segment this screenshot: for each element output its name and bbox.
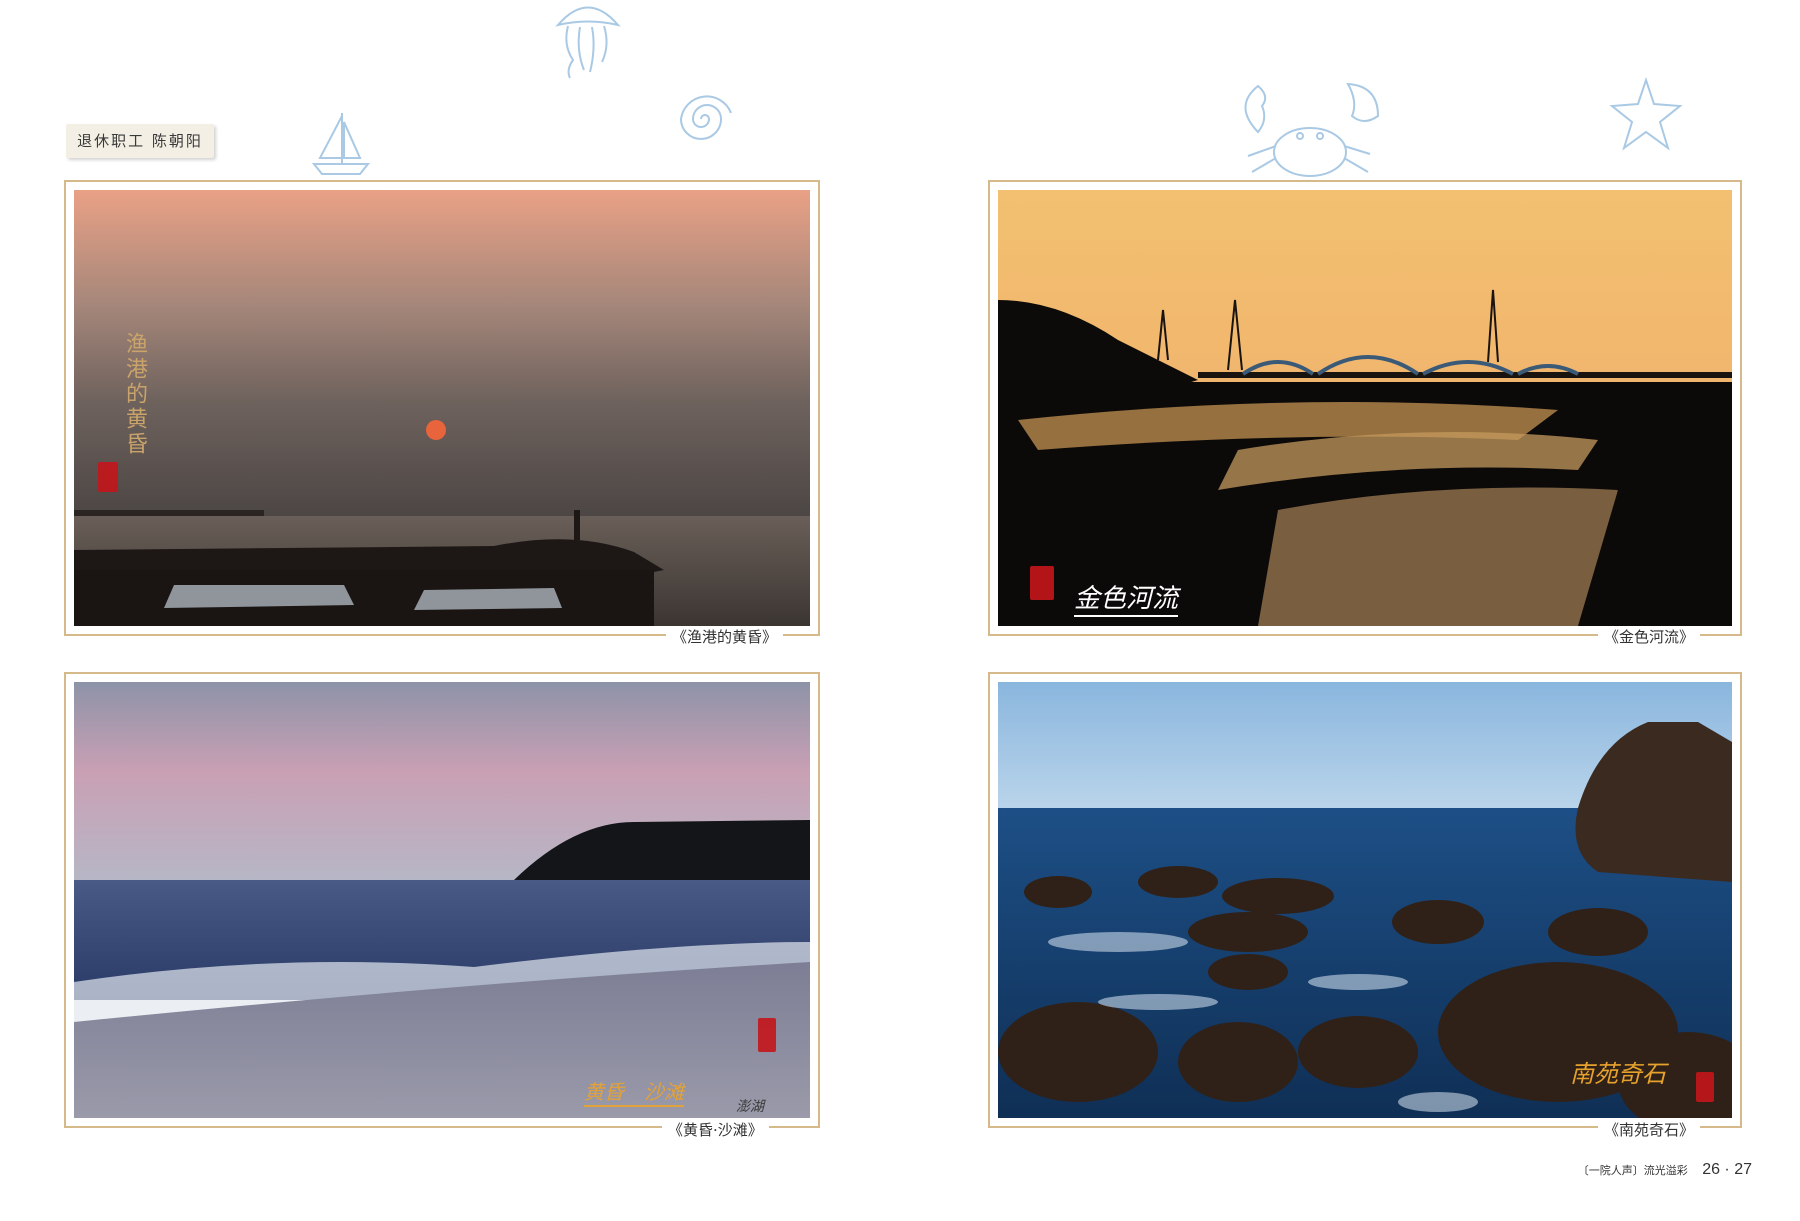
photo-signature-beach: 澎湖 <box>736 1099 764 1115</box>
shell-icon <box>679 95 732 140</box>
jellyfish-icon <box>555 6 621 79</box>
starfish-icon <box>1609 76 1683 151</box>
caption-rocks: 《南苑奇石》 <box>1598 1120 1701 1140</box>
seal-stamp <box>1030 566 1054 600</box>
photo-harbor-sunset <box>74 190 810 626</box>
page-footer: 〔一院人声〕流光溢彩 26 · 27 <box>1578 1161 1752 1179</box>
caption-river: 《金色河流》 <box>1598 627 1701 647</box>
footer-section-title: 〔一院人声〕流光溢彩 <box>1577 1165 1688 1177</box>
photo-golden-river <box>998 190 1732 626</box>
seal-stamp <box>1696 1072 1714 1102</box>
photo-title-overlay-harbor: 渔港的黄昏 <box>122 332 147 457</box>
photo-title-overlay-beach: 黄昏 沙滩 <box>584 1076 684 1107</box>
caption-harbor: 《渔港的黄昏》 <box>666 627 784 647</box>
crab-icon <box>1244 82 1380 177</box>
page-numbers: 26 · 27 <box>1702 1161 1752 1178</box>
caption-beach: 《黄昏·沙滩》 <box>662 1120 769 1140</box>
photo-title-overlay-river: 金色河流 <box>1074 578 1179 617</box>
seal-stamp <box>758 1018 776 1052</box>
seal-stamp <box>98 462 118 492</box>
sailboat-icon <box>311 113 371 175</box>
photo-dusk-beach <box>74 682 810 1118</box>
photo-rocky-coast <box>998 682 1732 1118</box>
photo-title-overlay-rocks: 南苑奇石 <box>1570 1060 1666 1088</box>
author-tag: 退休职工 陈朝阳 <box>66 124 214 158</box>
